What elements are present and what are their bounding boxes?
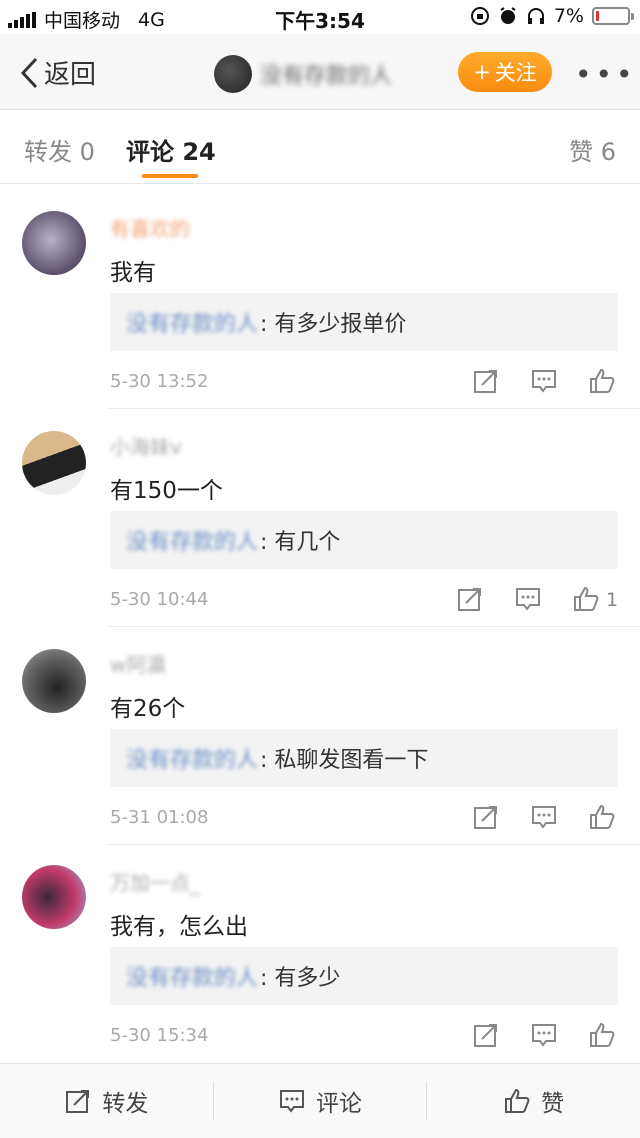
quote-box[interactable]: 没有存款的人 : 有多少: [110, 947, 618, 1005]
quote-user: 没有存款的人: [126, 530, 259, 555]
username[interactable]: 小海妹v: [110, 431, 182, 460]
quote-text: : 有几个: [260, 530, 341, 555]
tab-likes[interactable]: 赞 6: [569, 132, 616, 167]
follow-label: 关注: [494, 61, 537, 85]
comment-text: 我有，怎么出: [110, 914, 248, 940]
comment-actions: [0, 803, 640, 833]
quote-text: : 有多少: [260, 966, 341, 991]
bottom-toolbar: 转发 评论 赞: [0, 1063, 640, 1138]
status-right: 7%: [470, 5, 634, 27]
share-icon[interactable]: [472, 803, 500, 831]
tab-comments[interactable]: 评论 24: [126, 132, 216, 167]
comment-icon[interactable]: [530, 367, 558, 395]
comment-icon[interactable]: [530, 803, 558, 831]
follow-button[interactable]: + 关注: [458, 52, 552, 92]
comment-text: 有150一个: [110, 478, 223, 504]
plus-icon: +: [473, 60, 491, 84]
thumbs-up-icon: [505, 1088, 530, 1113]
avatar[interactable]: [22, 865, 86, 929]
avatar[interactable]: [22, 649, 86, 713]
quote-box[interactable]: 没有存款的人 : 私聊发图看一下: [110, 729, 618, 787]
share-icon[interactable]: [456, 585, 484, 613]
tab-underline: [142, 174, 198, 178]
back-label: 返回: [44, 60, 97, 90]
thumbs-up-icon[interactable]: [588, 803, 616, 831]
comment-icon[interactable]: [530, 1021, 558, 1049]
thumbs-up-icon[interactable]: [588, 1021, 616, 1049]
more-icon[interactable]: •••: [575, 58, 637, 91]
battery-percent: 7%: [553, 5, 584, 27]
quote-user: 没有存款的人: [126, 748, 259, 773]
tab-repost[interactable]: 转发 0: [24, 132, 95, 167]
share-icon[interactable]: [472, 367, 500, 395]
quote-user: 没有存款的人: [126, 966, 259, 991]
comment-actions: 1: [0, 585, 640, 615]
like-label: 赞: [541, 1091, 565, 1117]
rotation-lock-icon: [470, 7, 489, 25]
comment-text: 有26个: [110, 696, 186, 722]
nav-bar: 返回 没有存款的人 + 关注 •••: [0, 34, 640, 110]
comment-text: 我有: [110, 260, 156, 286]
author-name: 没有存款的人: [260, 58, 392, 90]
comment-label: 评论: [316, 1091, 362, 1117]
repost-label: 转发: [102, 1091, 149, 1117]
thumbs-up-icon[interactable]: [588, 367, 616, 395]
like-count: 1: [606, 589, 619, 611]
quote-text: : 有多少报单价: [260, 312, 407, 337]
comment-actions: [0, 367, 640, 397]
username[interactable]: 有喜欢的: [110, 213, 190, 242]
share-icon[interactable]: [472, 1021, 500, 1049]
chevron-left-icon: [20, 57, 38, 88]
tab-bar: 转发 0 评论 24 赞 6: [0, 110, 640, 184]
like-button[interactable]: 赞: [427, 1064, 640, 1138]
avatar[interactable]: [22, 211, 86, 275]
comment-item: 有喜欢的 我有 没有存款的人 : 有多少报单价 5-30 13:52: [0, 185, 640, 409]
comment-item: w阿瀛 有26个 没有存款的人 : 私聊发图看一下 5-31 01:08: [0, 627, 640, 845]
comment-button[interactable]: 评论: [214, 1064, 427, 1138]
nav-title[interactable]: 没有存款的人: [214, 54, 414, 94]
headphones-icon: [527, 8, 544, 24]
author-avatar: [214, 55, 252, 93]
comment-item: 万加一点_ 我有，怎么出 没有存款的人 : 有多少 5-30 15:34: [0, 845, 640, 1063]
battery-fill: [596, 11, 599, 21]
status-bar: 中国移动 4G 下午3:54 7%: [0, 0, 640, 34]
username[interactable]: 万加一点_: [110, 867, 200, 896]
quote-box[interactable]: 没有存款的人 : 有多少报单价: [110, 293, 618, 351]
username[interactable]: w阿瀛: [110, 649, 166, 678]
repost-button[interactable]: 转发: [0, 1064, 213, 1138]
comment-actions: [0, 1021, 640, 1051]
share-icon: [66, 1090, 90, 1113]
comment-icon: [280, 1090, 304, 1113]
battery-icon: [592, 7, 634, 25]
comment-item: 小海妹v 有150一个 没有存款的人 : 有几个 5-30 10:44 1: [0, 409, 640, 627]
comment-icon[interactable]: [514, 585, 542, 613]
quote-box[interactable]: 没有存款的人 : 有几个: [110, 511, 618, 569]
avatar[interactable]: [22, 431, 86, 495]
back-button[interactable]: 返回: [18, 54, 96, 91]
quote-text: : 私聊发图看一下: [260, 748, 429, 773]
thumbs-up-icon[interactable]: [572, 585, 600, 613]
quote-user: 没有存款的人: [126, 312, 259, 337]
alarm-icon: [500, 7, 516, 24]
